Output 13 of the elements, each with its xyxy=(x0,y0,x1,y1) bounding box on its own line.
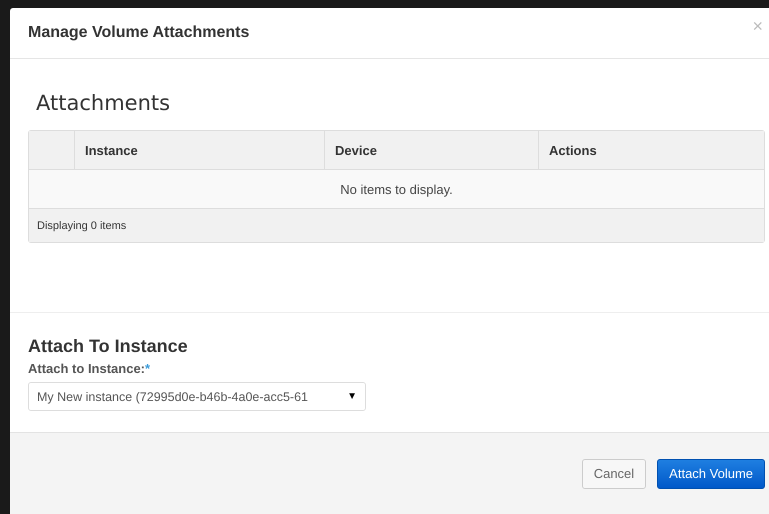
attach-volume-button[interactable]: Attach Volume xyxy=(657,458,765,488)
section-heading: Attachments xyxy=(36,92,172,114)
empty-message: No items to display. xyxy=(340,182,453,196)
instance-select[interactable]: My New instance (72995d0e-b46b-4a0e-acc5-61 ▼ xyxy=(28,382,366,411)
column-header: Actions xyxy=(549,142,597,158)
modal-title: Manage Volume Attachments xyxy=(28,24,250,42)
column-header: Device xyxy=(335,142,377,158)
field-label: Attach to Instance: xyxy=(28,361,146,376)
section-heading: Attach To Instance xyxy=(28,335,189,357)
column-header: Instance xyxy=(85,142,138,158)
item-count: Displaying 0 items xyxy=(37,220,126,232)
cancel-button[interactable]: Cancel xyxy=(582,458,646,488)
required-mark: * xyxy=(145,361,150,376)
